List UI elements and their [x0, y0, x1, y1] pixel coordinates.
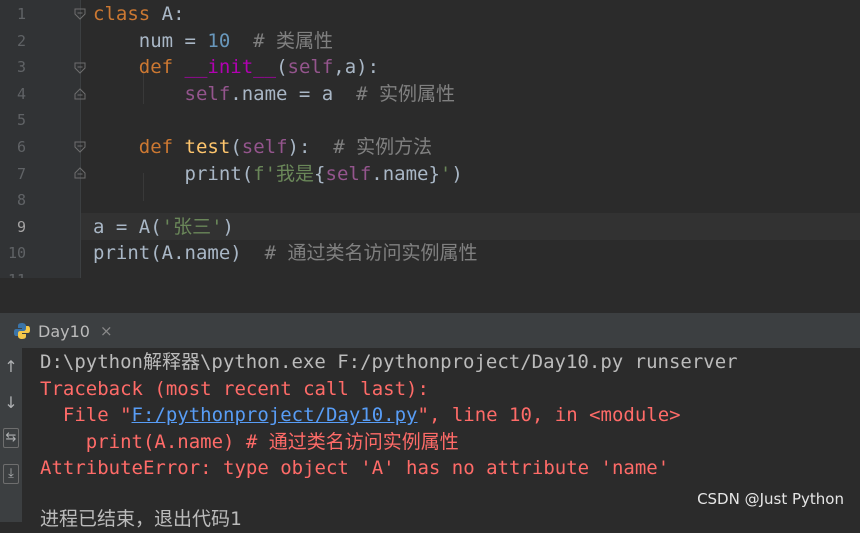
console-command: D:\python解释器\python.exe F:/pythonproject… — [40, 351, 738, 373]
code-token: 10 — [207, 29, 231, 52]
line-number: 11 — [0, 267, 26, 278]
code-token: def — [138, 136, 174, 158]
console-code-line: print(A.name) # 通过类名访问实例属性 — [40, 430, 459, 453]
fold-marker-icon[interactable] — [74, 8, 86, 20]
code-token: ,a): — [333, 56, 380, 79]
soft-wrap-icon[interactable]: ⇆ — [3, 428, 19, 448]
code-token: num = — [93, 29, 208, 52]
code-editor[interactable]: 1 2 3 4 5 6 7 8 9 10 11 class A: num = 1… — [0, 0, 860, 278]
code-token: .name = a — [230, 82, 357, 105]
code-line[interactable]: def __init__(self,a): — [93, 54, 379, 81]
code-line[interactable]: class A: — [93, 1, 185, 28]
console-traceback: Traceback (most recent call last): — [40, 377, 429, 400]
run-tab-label: Day10 — [38, 321, 90, 341]
code-line[interactable]: print(A.name) # 通过类名访问实例属性 — [93, 240, 478, 267]
code-token: A — [161, 3, 174, 25]
line-number: 5 — [16, 111, 26, 130]
line-number: 6 — [16, 138, 26, 156]
line-number: 3 — [16, 58, 26, 77]
code-token: # 实例属性 — [356, 82, 456, 105]
code-token: ) — [230, 242, 265, 265]
code-token: __init__ — [184, 56, 277, 79]
code-token: self — [184, 82, 231, 105]
python-icon — [14, 323, 30, 339]
code-line[interactable]: a = A('张三') — [93, 214, 234, 241]
fold-end-icon[interactable] — [74, 167, 86, 179]
file-link[interactable]: F:/pythonproject/Day10.py — [132, 404, 418, 426]
code-token: ' — [439, 162, 452, 185]
editor-bottom-area — [0, 278, 860, 312]
line-number: 8 — [16, 191, 26, 210]
code-token: ) — [222, 215, 234, 238]
code-token: .name} — [371, 162, 440, 185]
code-token: name — [184, 242, 231, 265]
line-number: 10 — [7, 244, 26, 263]
code-token: self — [287, 56, 334, 79]
arrow-up-icon[interactable]: ↑ — [2, 356, 20, 378]
console-file-line: File "F:/pythonproject/Day10.py", line 1… — [40, 402, 681, 429]
code-token: print(A. — [93, 242, 185, 265]
console-toolbar: ↑ ↓ ⇆ ⤓ — [0, 348, 22, 522]
code-token: test — [184, 136, 231, 158]
code-token: '张三' — [161, 215, 223, 238]
arrow-down-icon[interactable]: ↓ — [2, 392, 20, 414]
code-line[interactable]: print(f'我是{self.name}') — [93, 161, 463, 188]
run-tab-day10[interactable]: Day10 × — [12, 319, 113, 343]
line-number: 7 — [16, 164, 26, 183]
close-icon[interactable]: × — [100, 322, 113, 340]
code-line[interactable]: num = 10 # 类属性 — [93, 28, 333, 55]
scroll-to-end-icon[interactable]: ⤓ — [3, 464, 19, 484]
code-token: class — [93, 3, 151, 25]
watermark: CSDN @Just Python — [697, 490, 844, 508]
code-token: # 类属性 — [253, 29, 334, 52]
fold-marker-icon[interactable] — [74, 62, 86, 74]
code-token: a = A( — [93, 215, 162, 238]
file-suffix: ", line 10, in <module> — [417, 404, 681, 427]
code-token: f'我是 — [253, 162, 315, 185]
code-token: def — [138, 56, 174, 79]
line-number: 4 — [16, 84, 26, 103]
code-token: # 通过类名访问实例属性 — [264, 242, 478, 265]
line-number: 2 — [16, 31, 26, 50]
code-token: self — [241, 136, 288, 158]
fold-end-icon[interactable] — [74, 88, 86, 100]
fold-marker-icon[interactable] — [74, 141, 86, 153]
code-token: ): — [287, 136, 334, 158]
code-line[interactable]: def test(self): # 实例方法 — [93, 134, 432, 161]
code-token: { — [314, 162, 326, 185]
code-token: : — [173, 3, 185, 25]
code-token: # 实例方法 — [333, 136, 433, 158]
code-token: ) — [451, 162, 463, 185]
console-exit: 进程已结束，退出代码1 — [40, 508, 242, 530]
console-error: AttributeError: type object 'A' has no a… — [40, 457, 670, 480]
code-token: ( — [276, 56, 288, 79]
code-token: ( — [230, 136, 242, 158]
code-line[interactable]: self.name = a # 实例属性 — [93, 81, 456, 108]
line-number: 1 — [16, 5, 26, 23]
file-prefix: File " — [40, 404, 132, 427]
line-number: 9 — [16, 217, 26, 236]
code-token: self — [325, 162, 372, 185]
run-tool-window-tabs: Day10 × — [0, 312, 860, 349]
code-token: print( — [93, 162, 254, 185]
